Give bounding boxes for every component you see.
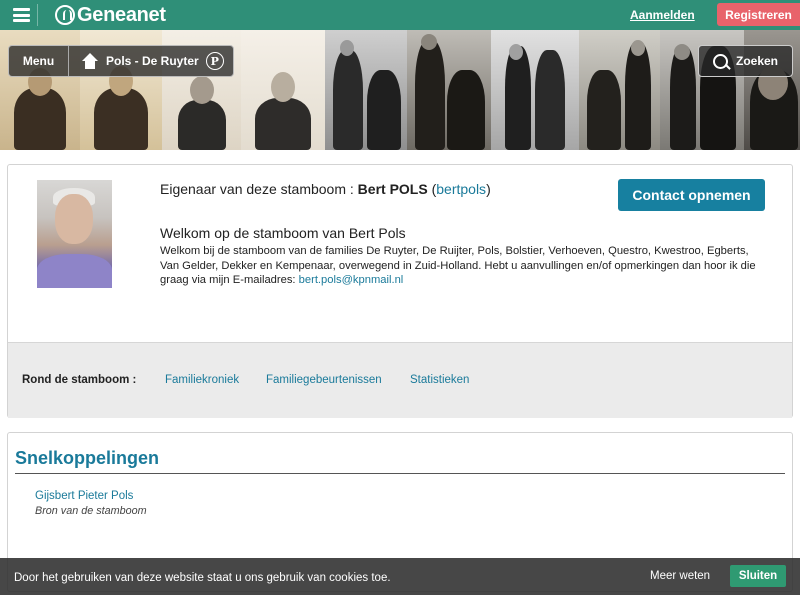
home-icon [81,53,99,69]
owner-prefix: Eigenaar van deze stamboom : [160,181,358,197]
geneanet-logo[interactable]: Geneanet [55,4,166,26]
logo-text: Geneanet [77,3,166,26]
cookie-text: Door het gebruiken van deze website staa… [14,572,391,584]
tree-menu-bar: Menu Pols - De Ruyter P [8,45,234,77]
welcome-text: Welkom bij de stamboom van de families D… [160,244,760,288]
register-button[interactable]: Registreren [717,3,800,26]
owner-panel: Eigenaar van deze stamboom : Bert POLS (… [7,164,793,418]
login-link[interactable]: Aanmelden [630,8,695,22]
welcome-body: Welkom bij de stamboom van de families D… [160,245,756,286]
top-navigation-bar: Geneanet Aanmelden Registreren [0,0,800,30]
snelkoppelingen-title: Snelkoppelingen [15,448,160,468]
tree-name: Pols - De Ruyter [106,54,199,68]
hamburger-menu-icon[interactable] [6,4,38,26]
divider [15,473,785,474]
owner-avatar [37,180,112,288]
link-familiekroniek[interactable]: Familiekroniek [165,374,239,386]
geneanet-tree-icon [55,5,75,25]
banner-photo [406,30,491,150]
rond-label: Rond de stamboom : [22,374,137,386]
tree-home-link[interactable]: Pols - De Ruyter P [69,52,224,70]
owner-handle-open: ( [427,181,437,197]
premium-badge-icon: P [205,52,224,70]
owner-name: Bert POLS [357,181,428,197]
welcome-title: Welkom op de stamboom van Bert Pols [160,225,406,241]
search-icon [713,53,728,69]
banner-photo [490,30,579,150]
owner-handle-link[interactable]: bertpols [436,181,486,197]
contact-button[interactable]: Contact opnemen [618,179,765,211]
email-link[interactable]: bert.pols@kpnmail.nl [299,274,404,286]
rond-de-stamboom-bar: Rond de stamboom : Familiekroniek Famili… [8,342,792,418]
root-person-caption: Bron van de stamboom [35,505,147,517]
link-familiegebeurtenissen[interactable]: Familiegebeurtenissen [266,374,382,386]
owner-line: Eigenaar van deze stamboom : Bert POLS (… [160,181,491,197]
banner-photo [578,30,661,150]
more-info-link[interactable]: Meer weten [650,570,710,582]
banner-photo [241,30,326,150]
close-cookie-button[interactable]: Sluiten [730,565,786,587]
link-statistieken[interactable]: Statistieken [410,374,469,386]
owner-handle-close: ) [486,181,491,197]
cookie-consent-bar: Door het gebruiken van deze website staa… [0,558,800,595]
root-person-link[interactable]: Gijsbert Pieter Pols [35,490,133,502]
search-button[interactable]: Zoeken [698,45,793,77]
banner-photo [325,30,407,150]
search-label: Zoeken [736,54,779,68]
menu-button[interactable]: Menu [9,46,69,76]
